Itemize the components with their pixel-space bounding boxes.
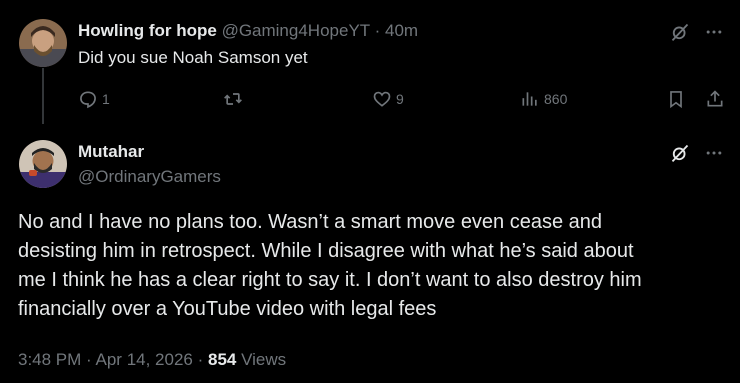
reply-count: 1	[102, 91, 110, 107]
views-action[interactable]: 860	[520, 88, 567, 110]
reply-avatar[interactable]	[19, 19, 67, 67]
tweet-time[interactable]: 3:48 PM	[18, 350, 81, 369]
main-author-handle[interactable]: @OrdinaryGamers	[78, 166, 221, 188]
tweet-views-count[interactable]: 854	[208, 350, 236, 369]
tweet-meta: 3:48 PM · Apr 14, 2026 · 854 Views	[18, 349, 286, 371]
tweet-views-label: Views	[241, 350, 287, 369]
reply-header: Howling for hope @Gaming4HopeYT · 40m	[78, 20, 418, 42]
meta-separator: ·	[197, 350, 204, 369]
grok-icon	[671, 23, 689, 41]
thread-line	[42, 68, 44, 124]
grok-icon	[671, 144, 689, 162]
like-icon	[373, 91, 391, 107]
reply-author-name[interactable]: Howling for hope	[78, 21, 217, 40]
reply-separator: ·	[374, 21, 381, 40]
reply-more-button[interactable]	[702, 20, 726, 44]
share-icon	[707, 90, 723, 107]
main-author-name[interactable]: Mutahar	[78, 141, 144, 163]
reply-icon	[80, 91, 96, 109]
more-icon	[706, 30, 722, 34]
share-button[interactable]	[703, 87, 727, 111]
repost-action[interactable]	[222, 88, 248, 110]
main-tweet-text: No and I have no plans too. Wasn’t a sma…	[18, 208, 723, 324]
views-icon	[522, 92, 537, 106]
bookmark-icon	[670, 91, 682, 109]
meta-separator: ·	[86, 350, 92, 369]
reply-author-handle[interactable]: @Gaming4HopeYT	[222, 21, 370, 40]
main-more-button[interactable]	[702, 141, 726, 165]
views-count: 860	[544, 91, 568, 107]
tweet-date[interactable]: Apr 14, 2026	[96, 350, 193, 369]
more-icon	[706, 151, 722, 155]
like-count: 9	[396, 91, 404, 107]
tweet-text-line: me I think he has a clear right to say i…	[18, 269, 642, 291]
main-avatar[interactable]	[19, 140, 67, 188]
tweet-text-line: desisting him in retrospect. While I dis…	[18, 240, 634, 262]
tweet-text-line: financially over a YouTube video with le…	[18, 298, 437, 320]
reply-text: Did you sue Noah Samson yet	[78, 48, 308, 67]
reply-grok-button[interactable]	[668, 20, 692, 44]
tweet-text-line: No and I have no plans too. Wasn’t a sma…	[18, 211, 603, 233]
bookmark-button[interactable]	[664, 87, 688, 111]
reply-timestamp[interactable]: 40m	[385, 21, 418, 40]
repost-icon	[224, 93, 242, 105]
like-action[interactable]: 9	[372, 88, 404, 110]
main-grok-button[interactable]	[668, 141, 692, 165]
reply-action[interactable]: 1	[78, 88, 110, 110]
